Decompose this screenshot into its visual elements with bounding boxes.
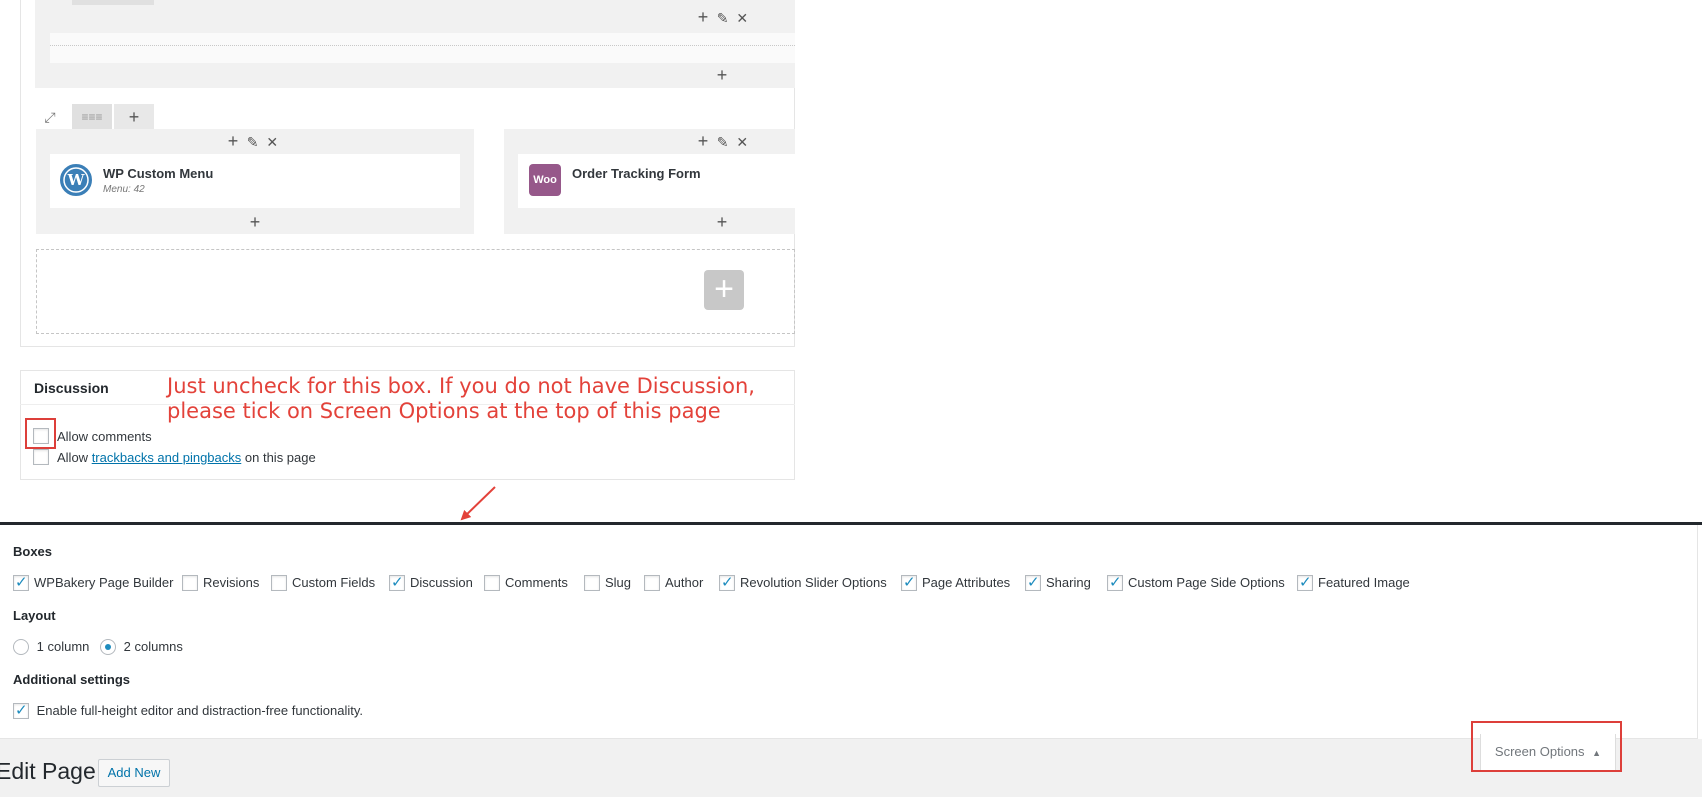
box-option-comments[interactable]: Comments xyxy=(484,574,568,591)
layout-option-2-columns[interactable]: 2 columns xyxy=(100,638,183,655)
box-label: WPBakery Page Builder xyxy=(34,575,174,591)
box-option-revolution-slider-options[interactable]: Revolution Slider Options xyxy=(719,573,887,591)
box-label: Revisions xyxy=(203,575,260,591)
layout-option-1-column[interactable]: 1 column xyxy=(13,638,89,655)
boxes-options-row: WPBakery Page Builder Revisions Custom Fie… xyxy=(13,573,1413,594)
boxes-title: Boxes xyxy=(13,544,53,559)
full-height-editor-option[interactable]: Enable full-height editor and distractio… xyxy=(13,701,364,719)
box-option-custom-fields[interactable]: Custom Fields xyxy=(271,574,375,591)
box-checkbox[interactable] xyxy=(1107,573,1123,591)
radio-2-columns[interactable] xyxy=(100,638,116,655)
box-checkbox[interactable] xyxy=(644,574,660,591)
box-label: Featured Image xyxy=(1318,575,1410,591)
box-label: Sharing xyxy=(1046,575,1091,591)
box-label: Custom Page Side Options xyxy=(1128,575,1285,591)
box-option-discussion[interactable]: Discussion xyxy=(389,573,473,591)
box-label: Page Attributes xyxy=(922,575,1011,591)
box-checkbox[interactable] xyxy=(719,573,735,591)
box-checkbox[interactable] xyxy=(1297,573,1313,591)
box-checkbox[interactable] xyxy=(901,573,917,591)
box-label: Comments xyxy=(505,575,568,591)
add-new-page-button[interactable]: Add New xyxy=(98,759,170,787)
box-option-wpbakery-page-builder[interactable]: WPBakery Page Builder xyxy=(13,573,174,591)
box-label: Custom Fields xyxy=(292,575,376,591)
page-title: Edit Page xyxy=(0,758,96,784)
box-option-custom-page-side-options[interactable]: Custom Page Side Options xyxy=(1107,573,1285,591)
additional-settings-title: Additional settings xyxy=(13,672,130,687)
box-label: Revolution Slider Options xyxy=(740,575,887,591)
box-checkbox[interactable] xyxy=(182,574,198,591)
box-option-slug[interactable]: Slug xyxy=(584,574,631,591)
box-checkbox[interactable] xyxy=(1025,573,1041,591)
box-checkbox[interactable] xyxy=(13,573,29,591)
layout-title: Layout xyxy=(13,608,56,623)
box-label: Discussion xyxy=(410,575,473,591)
box-checkbox[interactable] xyxy=(389,573,405,591)
full-height-editor-checkbox[interactable] xyxy=(13,701,29,719)
box-option-page-attributes[interactable]: Page Attributes xyxy=(901,573,1011,591)
box-checkbox[interactable] xyxy=(484,574,500,591)
wp-admin-content-bg xyxy=(0,739,1702,797)
box-checkbox[interactable] xyxy=(271,574,287,591)
radio-1-column-label: 1 column xyxy=(36,639,90,655)
box-option-revisions[interactable]: Revisions xyxy=(182,574,259,591)
box-option-author[interactable]: Author xyxy=(644,574,703,591)
box-checkbox[interactable] xyxy=(584,574,600,591)
highlight-screen-options xyxy=(1471,721,1622,772)
box-option-featured-image[interactable]: Featured Image xyxy=(1297,573,1410,591)
radio-1-column[interactable] xyxy=(13,638,29,655)
full-height-editor-label: Enable full-height editor and distractio… xyxy=(36,703,364,719)
layout-options-row: 1 column 2 columns xyxy=(13,638,313,658)
box-option-sharing[interactable]: Sharing xyxy=(1025,573,1091,591)
box-label: Slug xyxy=(605,575,632,591)
box-label: Author xyxy=(665,575,704,591)
radio-2-columns-label: 2 columns xyxy=(123,639,183,655)
arrow-to-screen-options-panel xyxy=(460,486,496,521)
